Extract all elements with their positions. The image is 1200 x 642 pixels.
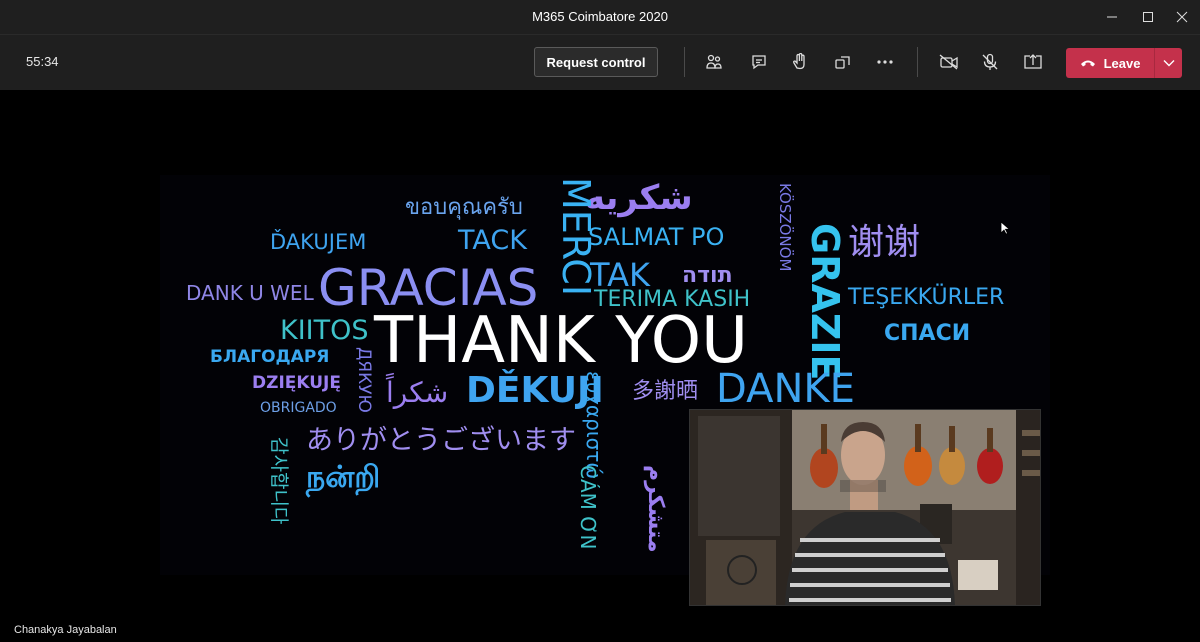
toolbar-divider: [917, 47, 918, 77]
word-urdu: شكريه: [585, 178, 693, 218]
meeting-timer: 55:34: [26, 54, 59, 69]
word-cantonese: 多謝晒: [632, 379, 699, 404]
word-japanese: ありがとうございます: [306, 425, 576, 456]
leave-label: Leave: [1103, 55, 1141, 71]
word-thank-you: THANK YOU: [374, 304, 748, 378]
leave-main[interactable]: Leave: [1066, 48, 1154, 78]
word-hebrew: תודה: [682, 263, 733, 288]
request-control-button[interactable]: Request control: [534, 47, 658, 77]
word-salmat-po: SALMAT PO: [588, 223, 725, 251]
presenter-name: Chanakya Jayabalan: [14, 624, 117, 636]
title-bar: M365 Coimbatore 2020: [0, 0, 1200, 34]
word-koszonom: KÖSZÖNÖM: [776, 183, 794, 272]
chevron-down-icon[interactable]: [1155, 48, 1182, 78]
presenter-video-frame: [690, 410, 1040, 605]
mouse-cursor-icon: [1000, 220, 1011, 239]
chat-icon[interactable]: [744, 48, 774, 76]
word-greek: ευχαριστώ: [582, 371, 606, 480]
word-cam-on: CÁM ƠN: [576, 465, 600, 550]
word-kiitos: KIITOS: [280, 315, 369, 346]
word-thai: ขอบคุณครับ: [405, 195, 523, 220]
meeting-toolbar: 55:34 Request control Leave: [0, 34, 1200, 90]
word-tamil: நன்றி: [306, 460, 381, 495]
presenter-video[interactable]: [689, 409, 1041, 606]
rooms-icon[interactable]: [828, 48, 858, 76]
word-obrigado: OBRIGADO: [260, 400, 337, 416]
people-icon[interactable]: [699, 48, 729, 76]
word-arabic: شكراً: [386, 376, 449, 409]
raise-hand-icon[interactable]: [785, 48, 815, 76]
word-dyakuyu: ДЯКУЮ: [354, 347, 374, 413]
leave-button[interactable]: Leave: [1066, 48, 1182, 78]
shared-screen: ขอบคุณครับ شكريه MERCI KÖSZÖNÖM ĎAKUJEM …: [0, 90, 1200, 642]
word-korean: 감사합니다: [268, 437, 290, 525]
word-tesekkurler: TEŞEKKÜRLER: [848, 285, 1005, 310]
word-blagodarya: БЛАГОДАРЯ: [210, 347, 330, 367]
word-dziekuje: DZIĘKUJĘ: [252, 373, 341, 393]
word-persian: متشکرم: [643, 465, 668, 553]
more-icon[interactable]: [870, 48, 900, 76]
mic-off-icon[interactable]: [975, 48, 1005, 76]
window-title: M365 Coimbatore 2020: [532, 9, 668, 24]
share-icon[interactable]: [1018, 48, 1048, 76]
hang-up-icon: [1080, 56, 1096, 71]
word-dank-u-wel: DANK U WEL: [186, 281, 314, 305]
toolbar-divider: [684, 47, 685, 77]
word-dakujem: ĎAKUJEM: [270, 230, 367, 254]
word-grazie: GRAZIE: [803, 223, 847, 381]
close-icon[interactable]: [1162, 0, 1200, 34]
minimize-icon[interactable]: [1092, 0, 1132, 34]
word-danke: DANKE: [716, 366, 855, 412]
word-spasi: СПАСИ: [884, 321, 971, 346]
word-chinese: 谢谢: [848, 222, 921, 263]
word-tack: TACK: [458, 225, 527, 256]
camera-off-icon[interactable]: [934, 48, 964, 76]
